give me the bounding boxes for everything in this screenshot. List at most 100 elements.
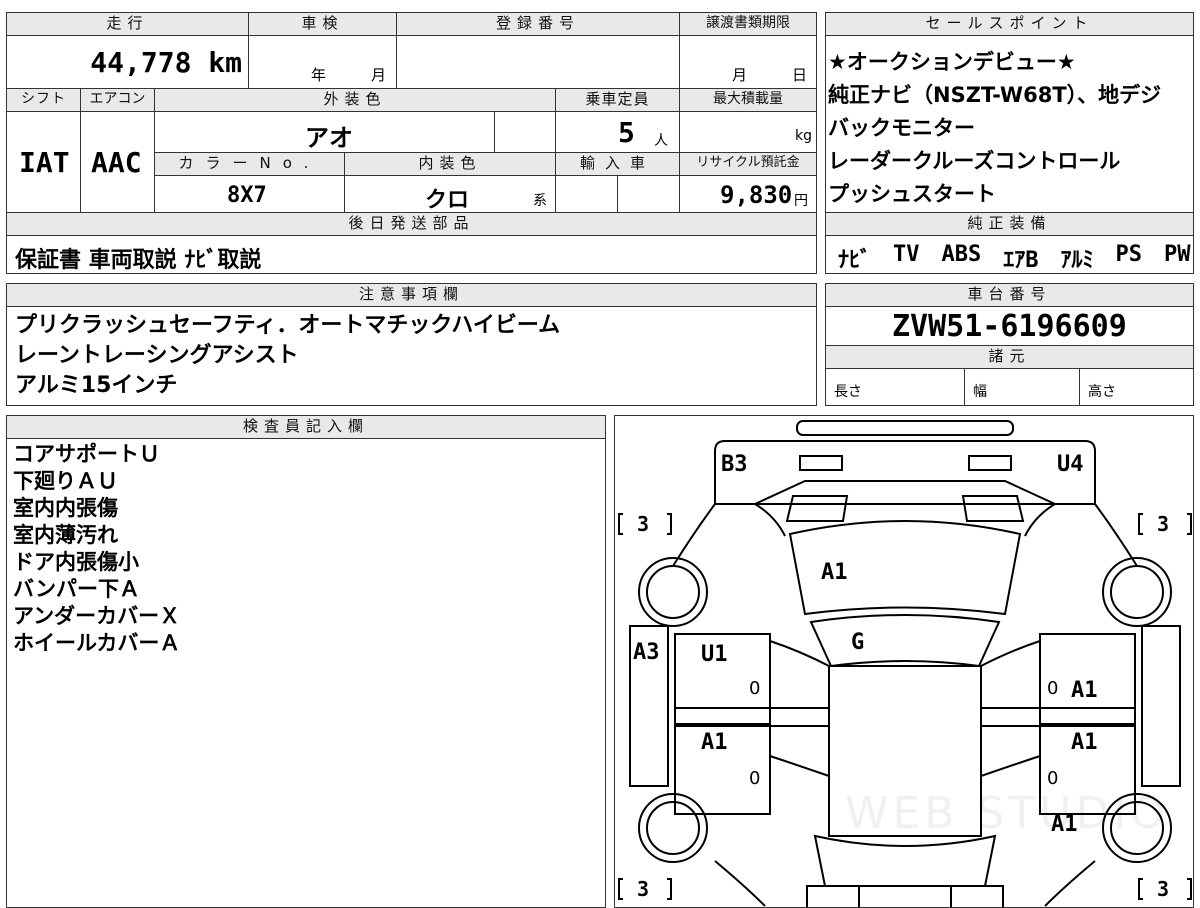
mark-right-front-door: A1 <box>1071 678 1098 703</box>
max-load-unit: kg <box>795 128 812 144</box>
shaken-header: 車検 <box>248 12 397 36</box>
aircon-header: エアコン <box>80 88 155 112</box>
spec-width-label: 幅 <box>973 384 987 400</box>
spec-height-cell: 高さ <box>1079 368 1194 406</box>
genuine-equipment-header: 純正装備 <box>825 212 1194 236</box>
mark-left-rear-door: A1 <box>701 730 728 755</box>
watermark: WEB STUDIO <box>845 788 1169 839</box>
later-parts-header: 後日発送部品 <box>6 212 817 236</box>
notes-list: プリクラッシュセーフティ．オートマチックハイビーム レーントレーシングアシスト アル… <box>15 311 560 401</box>
inspector-line: 室内薄汚れ <box>13 523 118 547</box>
shaken-year: 年 <box>311 66 327 84</box>
transfer-day: 日 <box>792 66 808 84</box>
equipment-item: TV <box>893 242 920 267</box>
interior-color-suffix: 系 <box>533 193 547 209</box>
genuine-equipment-cell: ﾅﾋﾞ TV ABS ｴｱB ｱﾙﾐ PS PW <box>825 235 1194 274</box>
capacity-header: 乗車定員 <box>555 88 680 112</box>
sales-points-header: セールスポイント <box>825 12 1194 36</box>
equipment-item: ｴｱB <box>1003 248 1039 273</box>
mileage-cell: 44,778 km <box>6 35 249 89</box>
recycle-header: リサイクル預託金 <box>679 152 817 176</box>
max-load-header: 最大積載量 <box>679 88 817 112</box>
transfer-month: 月 <box>732 66 748 84</box>
color-no-value: 8X7 <box>227 183 267 208</box>
mark-roof-front: G <box>851 630 865 655</box>
inspector-cell: コアサポートＵ 下廻りＡＵ 室内内張傷 室内薄汚れ ドア内張傷小 バンパー下Ａ アンダーカバ… <box>6 438 606 908</box>
note-line: レーントレーシングアシスト <box>15 343 299 368</box>
inspector-line: アンダーカバーＸ <box>13 604 181 628</box>
sales-point-item: プッシュスタート <box>828 182 996 206</box>
equipment-item: ABS <box>941 242 982 267</box>
specs-header: 諸元 <box>825 345 1194 369</box>
mark-front-left: B3 <box>721 452 748 477</box>
import-header: 輸入車 <box>555 152 680 176</box>
spec-length-cell: 長さ <box>825 368 965 406</box>
sales-points-list: ★オークションデビュー★ 純正ナビ（NSZT-W68T）、地デジ バックモニターレー… <box>828 46 1161 211</box>
capacity-cell: 5 人 <box>555 111 680 153</box>
recycle-unit: 円 <box>794 193 808 209</box>
count-rear-right: 3 <box>1157 877 1170 901</box>
count-rear-left: 3 <box>637 877 650 901</box>
mark-front-right: U4 <box>1057 452 1084 477</box>
equipment-item: ｱﾙﾐ <box>1060 248 1094 273</box>
import-cell-a <box>555 175 618 213</box>
exterior-color-cell: アオ <box>154 111 495 153</box>
max-load-cell: kg <box>679 111 817 153</box>
mileage-header: 走行 <box>6 12 249 36</box>
zero-right-rear: 0 <box>1047 768 1059 789</box>
interior-color-value: クロ <box>425 188 470 213</box>
count-front-left: 3 <box>637 512 650 536</box>
transfer-deadline-header: 譲渡書類期限 <box>679 12 817 36</box>
exterior-color-header: 外装色 <box>154 88 556 112</box>
aircon-cell: AAC <box>80 111 155 213</box>
spec-width-cell: 幅 <box>964 368 1080 406</box>
inspector-line: 室内内張傷 <box>13 496 118 520</box>
note-line: アルミ15インチ <box>15 373 178 398</box>
shift-cell: IAT <box>6 111 81 213</box>
spec-length-label: 長さ <box>834 384 862 400</box>
registration-header: 登録番号 <box>396 12 680 36</box>
shaken-cell: 年 月 <box>248 35 397 89</box>
color-no-header: カラーNo. <box>154 152 345 176</box>
damage-diagram: WEB STUDIO B3 U4 A1 G A3 U1 A1 A1 A1 A1 … <box>614 415 1194 908</box>
inspector-line: コアサポートＵ <box>13 442 160 466</box>
import-cell-b <box>617 175 680 213</box>
interior-color-header: 内装色 <box>344 152 556 176</box>
mark-right-rear: A1 <box>1051 812 1078 837</box>
equipment-item: ﾅﾋﾞ <box>838 248 872 273</box>
equipment-item: PW <box>1164 242 1191 267</box>
capacity-value: 5 <box>618 116 635 149</box>
spec-height-label: 高さ <box>1088 384 1116 400</box>
shift-value: IAT <box>19 146 70 179</box>
recycle-value: 9,830 <box>720 181 793 209</box>
exterior-color-value: アオ <box>305 124 353 152</box>
aircon-value: AAC <box>91 146 142 179</box>
interior-color-cell: クロ 系 <box>344 175 556 213</box>
inspector-list: コアサポートＵ 下廻りＡＵ 室内内張傷 室内薄汚れ ドア内張傷小 バンパー下Ａ アンダーカバ… <box>13 441 180 657</box>
later-parts-value: 保証書 車両取説 ﾅﾋﾞ取説 <box>15 248 262 273</box>
transfer-deadline-cell: 月 日 <box>679 35 817 89</box>
zero-left-rear: 0 <box>749 768 761 789</box>
inspector-line: 下廻りＡＵ <box>13 469 118 493</box>
registration-cell <box>396 35 680 89</box>
sales-point-item: 純正ナビ（NSZT-W68T）、地デジ <box>828 83 1162 107</box>
zero-left-front: 0 <box>749 678 761 699</box>
inspector-line: ドア内張傷小 <box>13 550 139 574</box>
genuine-equipment-list: ﾅﾋﾞ TV ABS ｴｱB ｱﾙﾐ PS PW <box>838 242 1191 274</box>
exterior-color-extra-cell <box>494 111 556 153</box>
recycle-cell: 9,830 円 <box>679 175 817 213</box>
notes-cell: プリクラッシュセーフティ．オートマチックハイビーム レーントレーシングアシスト アル… <box>6 306 817 406</box>
zero-right-front: 0 <box>1047 678 1059 699</box>
mark-right-rear-door: A1 <box>1071 730 1098 755</box>
sales-point-item: ★オークションデビュー★ <box>828 50 1076 74</box>
mark-left-front-door: U1 <box>701 642 728 667</box>
sales-point-item: レーダークルーズコントロール <box>828 149 1121 173</box>
note-line: プリクラッシュセーフティ．オートマチックハイビーム <box>15 313 561 338</box>
sales-points-cell: ★オークションデビュー★ 純正ナビ（NSZT-W68T）、地デジ バックモニターレー… <box>825 35 1194 213</box>
equipment-item: PS <box>1115 242 1143 267</box>
chassis-header: 車台番号 <box>825 283 1194 307</box>
inspector-header: 検査員記入欄 <box>6 415 606 439</box>
mileage-value: 44,778 km <box>90 46 242 79</box>
sales-point-item: バックモニター <box>828 116 975 140</box>
capacity-unit: 人 <box>654 133 668 149</box>
